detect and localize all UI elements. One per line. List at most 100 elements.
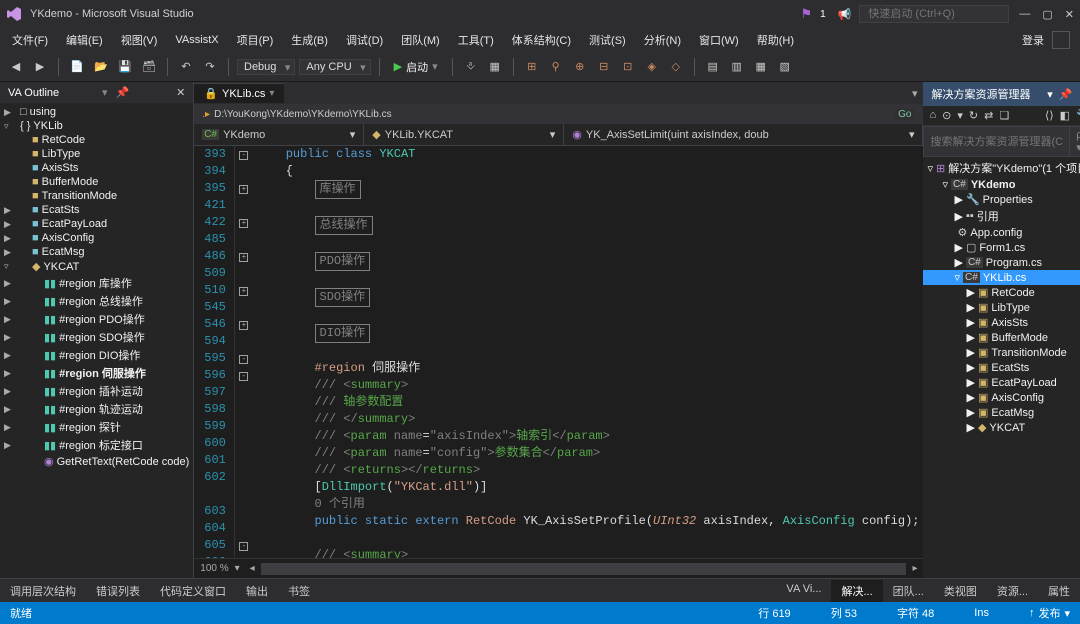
sln-tree-item[interactable]: ▶▣EcatPayLoad xyxy=(923,375,1080,390)
hscrollbar[interactable] xyxy=(261,563,907,575)
hscroll-left-icon[interactable]: ◂ xyxy=(250,563,255,574)
va-tree-item[interactable]: ▶■EcatMsg xyxy=(0,245,193,259)
tb-icon-13[interactable]: ▧ xyxy=(775,57,795,77)
nav-class-dropdown[interactable]: ◆YKLib.YKCAT▾ xyxy=(364,124,564,145)
menu-item[interactable]: VAssistX xyxy=(167,32,226,48)
bottom-tab[interactable]: 团队... xyxy=(883,580,934,602)
hscroll-right-icon[interactable]: ▸ xyxy=(912,563,917,574)
sln-tree-item[interactable]: ▶▣EcatSts xyxy=(923,360,1080,375)
bottom-tab[interactable]: 类视图 xyxy=(934,580,987,602)
sln-pin-icon[interactable]: 📌 xyxy=(1059,88,1073,101)
sln-tree-item[interactable]: ▶▣BufferMode xyxy=(923,330,1080,345)
menu-item[interactable]: 调试(D) xyxy=(338,30,391,50)
va-tree-item[interactable]: ■AxisSts xyxy=(0,161,193,175)
tb-icon-8[interactable]: ◈ xyxy=(642,57,662,77)
new-project-icon[interactable]: 📄 xyxy=(67,57,87,77)
sln-tree-item[interactable]: ▶▪▪引用 xyxy=(923,207,1080,225)
va-tree-item[interactable]: ▶□using xyxy=(0,105,193,119)
menu-item[interactable]: 项目(P) xyxy=(229,30,282,50)
go-button[interactable]: Go xyxy=(894,109,915,120)
start-button[interactable]: ▶启动 ▾ xyxy=(388,57,444,77)
editor-tab-active[interactable]: 🔒 YKLib.cs ▾ xyxy=(194,83,284,103)
sln-showall-icon[interactable]: ⟨⟩ xyxy=(1045,109,1054,122)
sln-tree[interactable]: ▿⊞解决方案"YKdemo"(1 个项目) ▿C#YKdemo▶🔧Propert… xyxy=(923,157,1080,437)
bottom-tab[interactable]: 调用层次结构 xyxy=(0,580,86,602)
config-dropdown[interactable]: Debug xyxy=(237,59,295,75)
close-icon[interactable]: ✕ xyxy=(1065,8,1074,21)
sln-home-icon[interactable]: ⌂ xyxy=(929,109,936,122)
menu-item[interactable]: 窗口(W) xyxy=(691,30,747,50)
notification-flag-icon[interactable]: ⚑ xyxy=(800,6,812,22)
tb-icon-9[interactable]: ◇ xyxy=(666,57,686,77)
va-tree-item[interactable]: ▶▮▮#region 标定接口 xyxy=(0,436,193,454)
maximize-icon[interactable]: ▢ xyxy=(1042,8,1052,21)
va-tree-item[interactable]: ▶▮▮#region PDO操作 xyxy=(0,310,193,328)
sln-tree-item[interactable]: ▶▣TransitionMode xyxy=(923,345,1080,360)
nav-back-icon[interactable]: ◀ xyxy=(6,57,26,77)
bottom-tab[interactable]: 属性 xyxy=(1038,580,1080,602)
va-tree-item[interactable]: ▶▮▮#region 探针 xyxy=(0,418,193,436)
va-tree-item[interactable]: ▶▮▮#region 总线操作 xyxy=(0,292,193,310)
sln-tb-icon[interactable]: ⊙ xyxy=(942,109,951,122)
sln-tree-item[interactable]: ▶◆YKCAT xyxy=(923,420,1080,435)
sln-search-input[interactable] xyxy=(923,126,1070,157)
avatar-icon[interactable] xyxy=(1052,31,1070,49)
nav-project-dropdown[interactable]: C#YKdemo▾ xyxy=(194,124,364,145)
tb-icon-2[interactable]: ▦ xyxy=(485,57,505,77)
sln-search-dd-icon[interactable]: ρ ▾ xyxy=(1070,126,1080,157)
va-tree-item[interactable]: ■LibType xyxy=(0,147,193,161)
va-tree-item[interactable]: ▶■EcatSts xyxy=(0,203,193,217)
menu-item[interactable]: 帮助(H) xyxy=(749,30,802,50)
va-tree-item[interactable]: ▿{ }YKLib xyxy=(0,119,193,133)
va-tree-item[interactable]: ▶▮▮#region 伺服操作 xyxy=(0,364,193,382)
va-tree-item[interactable]: ▶▮▮#region DIO操作 xyxy=(0,346,193,364)
va-tree-item[interactable]: ■TransitionMode xyxy=(0,189,193,203)
zoom-dd-icon[interactable]: ▾ xyxy=(235,563,240,574)
nav-member-dropdown[interactable]: ◉YK_AxisSetLimit(uint axisIndex, doub▾ xyxy=(564,124,923,145)
panel-close-icon[interactable]: ✕ xyxy=(176,86,185,99)
va-tree-item[interactable]: ▶▮▮#region 轨迹运动 xyxy=(0,400,193,418)
quick-launch-input[interactable] xyxy=(859,5,1009,23)
sln-tree-item[interactable]: ⚙App.config xyxy=(923,225,1080,240)
panel-pin-icon[interactable]: 📌 xyxy=(116,86,130,99)
bottom-tab[interactable]: 书签 xyxy=(278,580,320,602)
sln-tree-item[interactable]: ▶C#Program.cs xyxy=(923,255,1080,270)
tb-icon-10[interactable]: ▤ xyxy=(703,57,723,77)
redo-icon[interactable]: ↷ xyxy=(200,57,220,77)
menu-item[interactable]: 生成(B) xyxy=(283,30,336,50)
sln-refresh-icon[interactable]: ↻ xyxy=(969,109,978,122)
tb-icon-3[interactable]: ⊞ xyxy=(522,57,542,77)
sln-tree-item[interactable]: ▶▣AxisSts xyxy=(923,315,1080,330)
va-outline-tree[interactable]: ▶□using▿{ }YKLib■RetCode■LibType■AxisSts… xyxy=(0,103,193,471)
save-icon[interactable]: 💾 xyxy=(115,57,135,77)
open-icon[interactable]: 📂 xyxy=(91,57,111,77)
tab-pin-icon[interactable]: ▾ xyxy=(269,88,274,99)
sln-sync-icon[interactable]: ⇄ xyxy=(984,109,993,122)
bottom-tab[interactable]: 代码定义窗口 xyxy=(150,580,236,602)
menu-item[interactable]: 视图(V) xyxy=(113,30,166,50)
bottom-tab[interactable]: VA Vi... xyxy=(776,580,831,602)
sln-tree-item[interactable]: ▶▣AxisConfig xyxy=(923,390,1080,405)
bottom-tab[interactable]: 资源... xyxy=(987,580,1038,602)
save-all-icon[interactable]: 🗃 xyxy=(139,57,159,77)
menu-item[interactable]: 编辑(E) xyxy=(58,30,111,50)
sln-props-icon[interactable]: ◧ xyxy=(1060,109,1070,122)
sln-tree-item[interactable]: ▶▢Form1.cs xyxy=(923,240,1080,255)
sln-tree-item[interactable]: ▶🔧Properties xyxy=(923,192,1080,207)
bottom-tab[interactable]: 错误列表 xyxy=(86,580,150,602)
feedback-icon[interactable]: 📢 xyxy=(838,8,852,21)
va-tree-item[interactable]: ▶▮▮#region SDO操作 xyxy=(0,328,193,346)
tb-icon-7[interactable]: ⊡ xyxy=(618,57,638,77)
sln-tb-icon2[interactable]: ▾ xyxy=(957,109,963,122)
sign-in-link[interactable]: 登录 xyxy=(1022,32,1050,48)
sln-tree-item[interactable]: ▿C#YKLib.cs xyxy=(923,270,1080,285)
va-tree-item[interactable]: ■BufferMode xyxy=(0,175,193,189)
bottom-tab[interactable]: 解决... xyxy=(831,580,882,602)
panel-dd-icon[interactable]: ▾ xyxy=(102,86,108,99)
sln-tree-item[interactable]: ▶▣EcatMsg xyxy=(923,405,1080,420)
tb-icon-11[interactable]: ▥ xyxy=(727,57,747,77)
va-tree-item[interactable]: ▶■EcatPayLoad xyxy=(0,217,193,231)
publish-button[interactable]: ↑发布▾ xyxy=(1029,605,1070,621)
sln-tb-icon3[interactable]: ❏ xyxy=(999,109,1009,122)
tb-icon-5[interactable]: ⊕ xyxy=(570,57,590,77)
